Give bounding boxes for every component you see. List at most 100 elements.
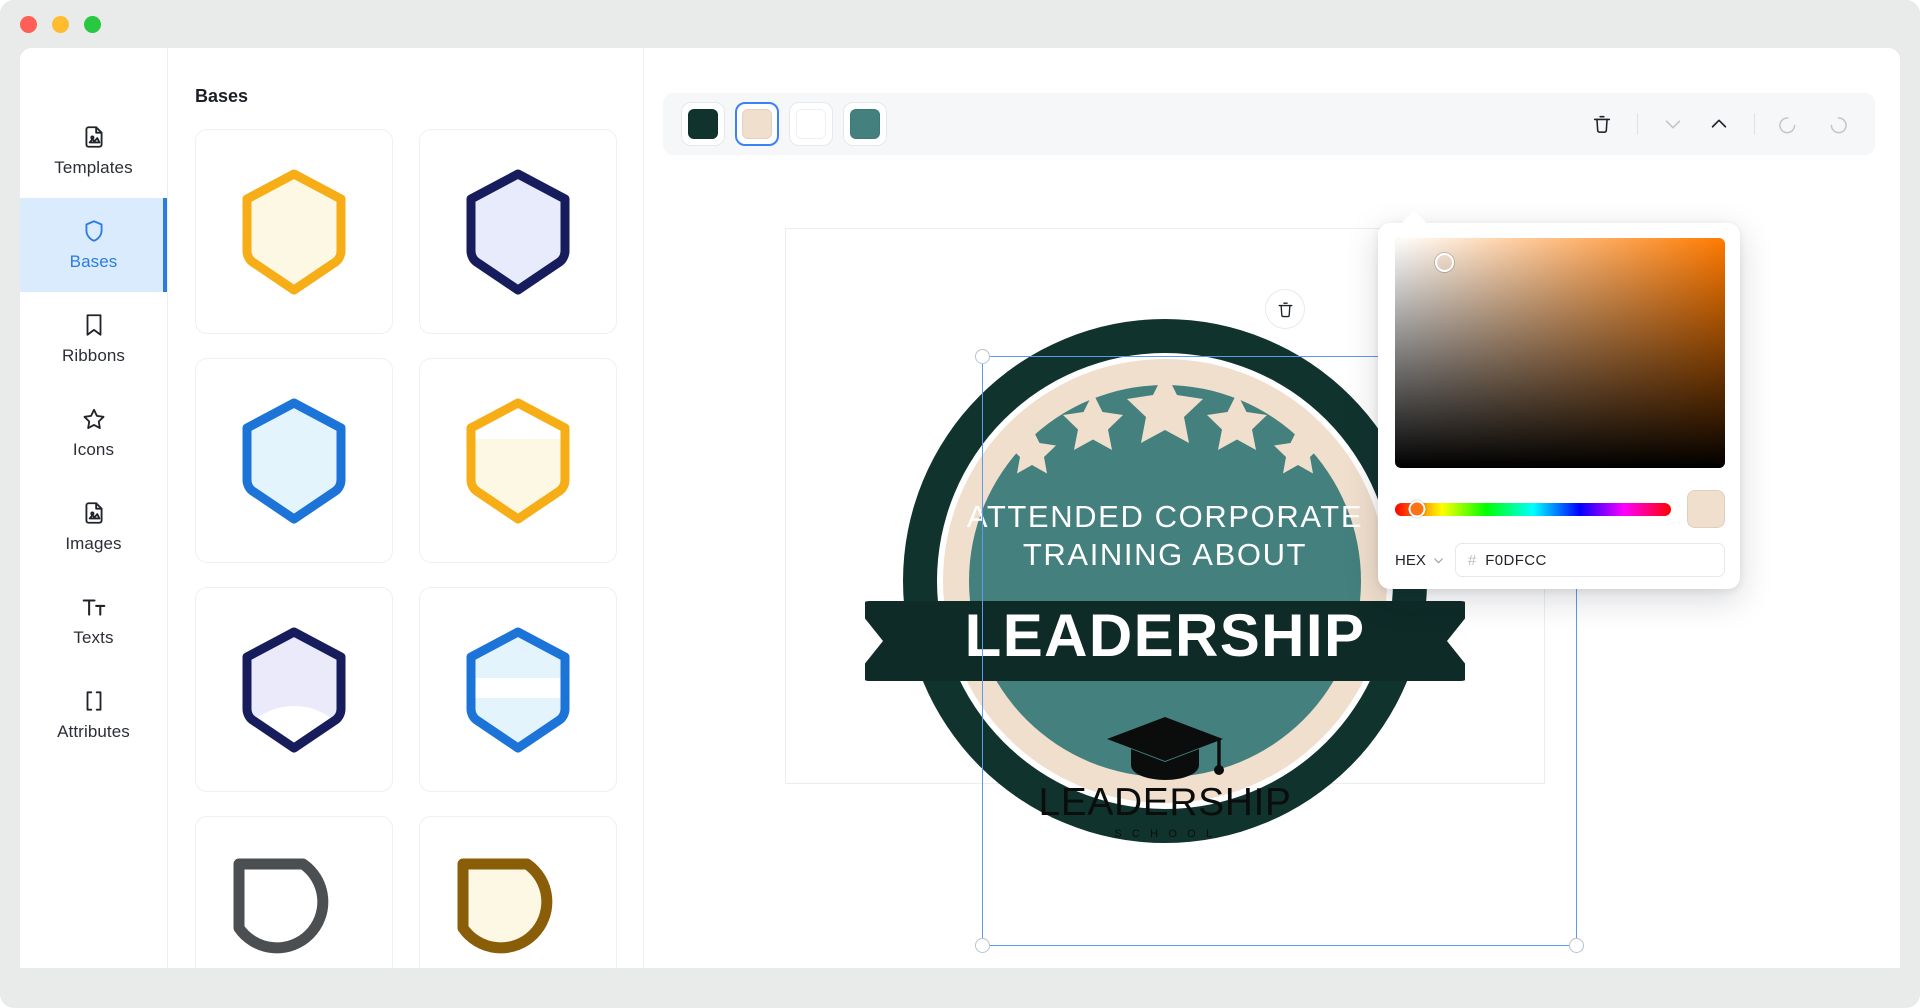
bases-panel: Bases — [169, 48, 644, 968]
sidebar-item-ribbons[interactable]: Ribbons — [20, 292, 167, 386]
badge-logo-name: LEADERSHIP — [1038, 781, 1291, 824]
sidebar-item-label: Texts — [73, 628, 114, 647]
base-shape-hexagon-blue-band[interactable] — [419, 587, 617, 792]
send-backward-button[interactable] — [1652, 103, 1694, 145]
badge-headline-line1: ATTENDED CORPORATE — [967, 499, 1363, 534]
base-shape-square-round-brown[interactable] — [419, 816, 617, 968]
document-image-icon — [81, 124, 107, 150]
redo-icon — [1830, 117, 1847, 134]
chevron-down-icon — [1665, 120, 1681, 129]
hex-input-wrapper[interactable]: # — [1454, 543, 1725, 577]
delete-button[interactable] — [1581, 103, 1623, 145]
sv-black-overlay — [1395, 238, 1725, 468]
badge-ribbon: LEADERSHIP — [865, 601, 1465, 681]
hex-input[interactable] — [1485, 551, 1712, 569]
close-window-button[interactable] — [20, 15, 37, 33]
popover-arrow — [1401, 210, 1427, 236]
sidebar-item-icons[interactable]: Icons — [20, 386, 167, 480]
badge-logo-subtitle: S C H O O L — [1114, 828, 1215, 840]
hexagon-shape-icon — [466, 169, 570, 294]
hexagon-shape-icon — [466, 627, 570, 752]
base-shape-hexagon-yellow-outline[interactable] — [195, 129, 393, 334]
base-shape-hexagon-yellow-split[interactable] — [419, 358, 617, 563]
badge-ribbon-text: LEADERSHIP — [965, 602, 1366, 669]
undo-button[interactable] — [1769, 103, 1811, 145]
maximize-window-button[interactable] — [84, 15, 101, 33]
hexagon-shape-icon — [466, 398, 570, 523]
color-format-selector[interactable]: HEX — [1395, 552, 1445, 569]
swatch-chip — [688, 109, 718, 139]
brackets-icon — [81, 688, 107, 714]
swatch-tan-button[interactable] — [735, 102, 779, 146]
sidebar-item-label: Attributes — [57, 722, 130, 741]
trash-icon — [1593, 115, 1611, 133]
base-shape-hexagon-navy-outline[interactable] — [419, 129, 617, 334]
badge-headline-line2: TRAINING ABOUT — [1023, 537, 1307, 572]
swatch-white-button[interactable] — [789, 102, 833, 146]
sidebar-nav: Templates Bases Ribbons Icons Images Tex… — [20, 48, 168, 968]
editor-toolbar — [663, 93, 1875, 155]
swatch-chip — [850, 109, 880, 139]
saturation-value-panel[interactable] — [1395, 238, 1725, 468]
color-swatch-group — [681, 102, 887, 146]
sidebar-item-texts[interactable]: Texts — [20, 574, 167, 668]
redo-button[interactable] — [1815, 103, 1857, 145]
shield-icon — [81, 218, 107, 244]
chevron-up-icon — [1711, 119, 1727, 128]
selection-handle-bottom-right[interactable] — [1569, 938, 1584, 953]
color-picker-popover: HEX # — [1378, 210, 1740, 589]
toolbar-actions — [1581, 103, 1857, 145]
window-titlebar — [0, 0, 1920, 48]
swatch-chip — [796, 109, 826, 139]
undo-icon — [1779, 117, 1796, 134]
base-shape-hexagon-blue-outline[interactable] — [195, 358, 393, 563]
app-shell: Templates Bases Ribbons Icons Images Tex… — [20, 48, 1900, 968]
trash-icon — [1277, 301, 1293, 317]
traffic-light-group — [20, 15, 101, 33]
hex-prefix: # — [1467, 551, 1477, 569]
sidebar-item-images[interactable]: Images — [20, 480, 167, 574]
sidebar-item-label: Ribbons — [61, 346, 126, 365]
squircle-shape-icon — [233, 858, 329, 953]
toolbar-divider — [1637, 113, 1638, 135]
hexagon-shape-icon — [242, 169, 346, 294]
chevron-down-icon — [1433, 557, 1443, 563]
base-shape-square-round-gray[interactable] — [195, 816, 393, 968]
squircle-shape-icon — [457, 858, 553, 953]
star-icon — [81, 406, 107, 432]
hue-slider-thumb[interactable] — [1408, 500, 1426, 518]
selection-handle-top-left[interactable] — [975, 349, 990, 364]
badge-artwork[interactable]: ATTENDED CORPORATE TRAINING ABOUT LEADER… — [865, 281, 1465, 881]
swatch-dark-green-button[interactable] — [681, 102, 725, 146]
hue-slider[interactable] — [1395, 500, 1672, 518]
app-window: Templates Bases Ribbons Icons Images Tex… — [0, 0, 1920, 1008]
text-format-icon — [81, 594, 107, 620]
sidebar-item-templates[interactable]: Templates — [20, 104, 167, 198]
panel-title: Bases — [195, 86, 249, 106]
sidebar-item-bases[interactable]: Bases — [20, 198, 167, 292]
badge-svg: ATTENDED CORPORATE TRAINING ABOUT LEADER… — [865, 319, 1465, 843]
sidebar-item-label: Icons — [72, 440, 115, 459]
sv-cursor-handle[interactable] — [1435, 253, 1454, 272]
base-shape-hexagon-navy-arc[interactable] — [195, 587, 393, 792]
swatch-chip — [742, 109, 772, 139]
hue-row — [1395, 489, 1725, 529]
sidebar-item-label: Images — [65, 534, 122, 553]
bring-forward-button[interactable] — [1698, 103, 1740, 145]
toolbar-divider — [1754, 113, 1755, 135]
sidebar-item-label: Bases — [69, 252, 118, 271]
bookmark-icon — [81, 312, 107, 338]
selection-delete-button[interactable] — [1265, 289, 1305, 329]
sidebar-item-attributes[interactable]: Attributes — [20, 668, 167, 762]
selection-handle-bottom-left[interactable] — [975, 938, 990, 953]
sidebar-item-label: Templates — [54, 158, 133, 177]
color-preview-swatch — [1687, 490, 1725, 528]
minimize-window-button[interactable] — [52, 15, 69, 33]
canvas-region: ATTENDED CORPORATE TRAINING ABOUT LEADER… — [645, 48, 1900, 968]
document-image-icon — [81, 500, 107, 526]
bases-grid — [169, 129, 643, 968]
hexagon-shape-icon — [242, 398, 346, 523]
swatch-teal-button[interactable] — [843, 102, 887, 146]
hexagon-shape-icon — [242, 627, 346, 752]
color-format-label: HEX — [1395, 551, 1426, 569]
